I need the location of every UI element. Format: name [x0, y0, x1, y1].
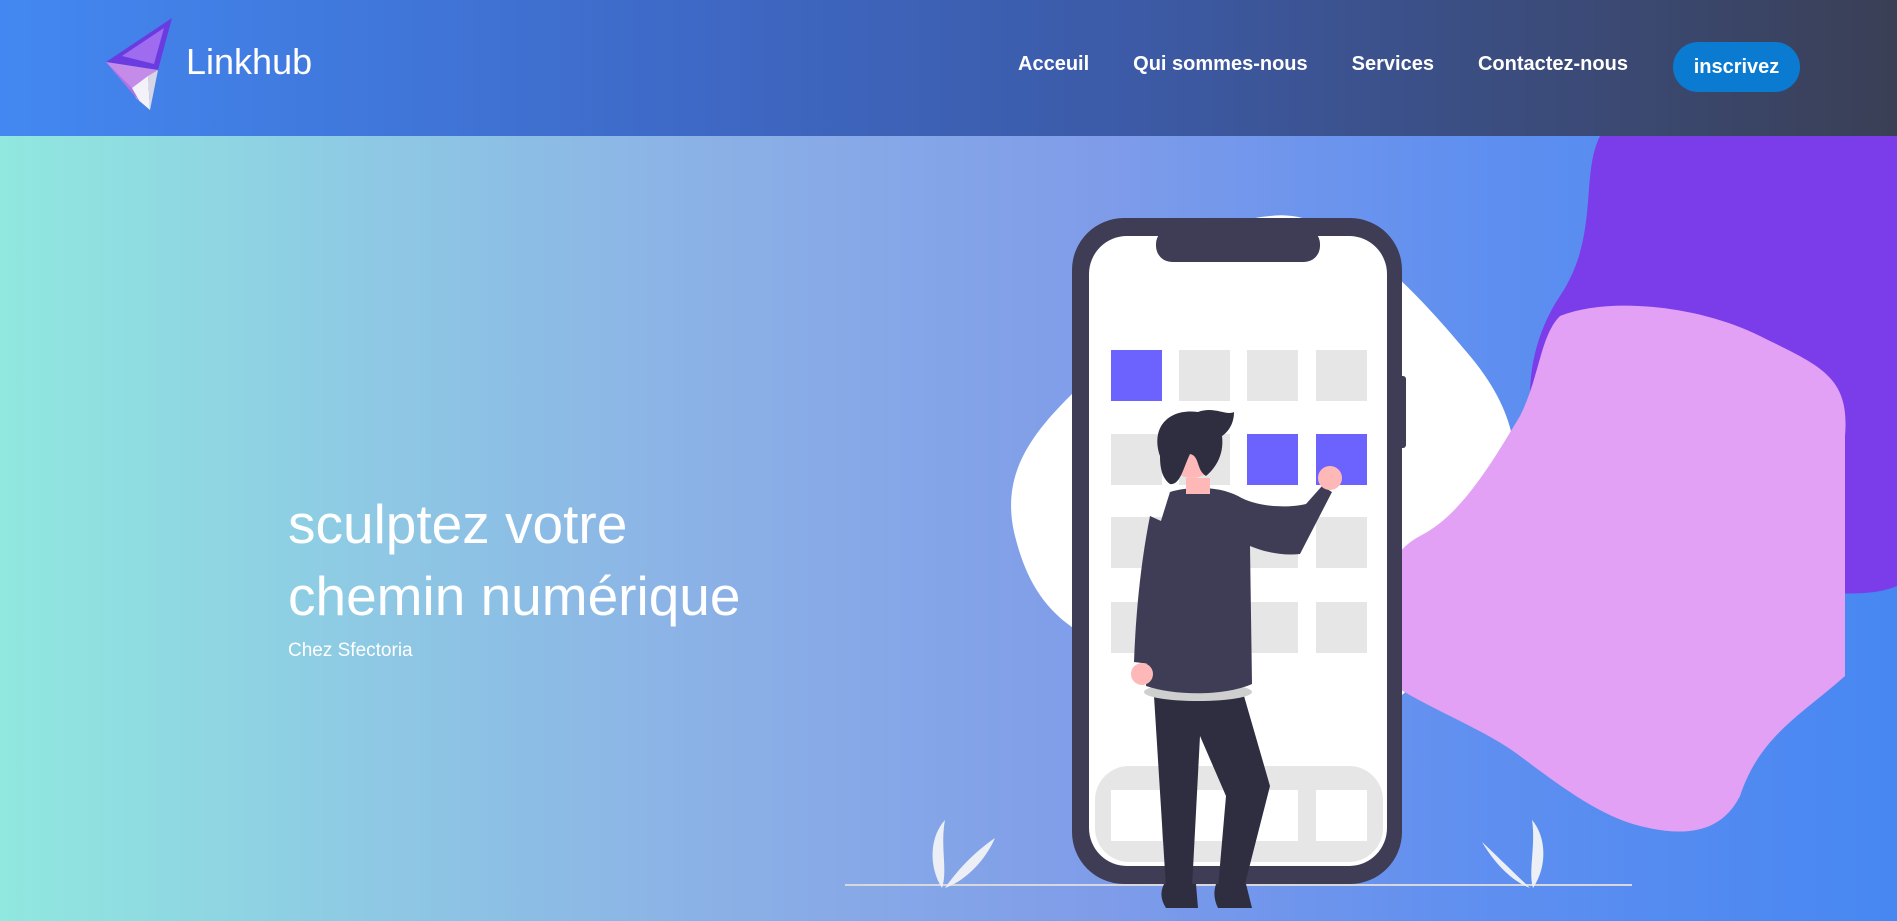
leaf-left-2 — [945, 838, 995, 888]
app-tile — [1316, 517, 1367, 568]
nav-item-qui-sommes-nous[interactable]: Qui sommes-nous — [1133, 53, 1307, 76]
hero-title-line-2: chemin numérique — [288, 565, 741, 627]
hero-illustration — [845, 136, 1897, 908]
top-navbar: Linkhub Acceuil Qui sommes-nous Services… — [0, 0, 1897, 136]
nav-item-contactez-nous[interactable]: Contactez-nous — [1478, 53, 1628, 76]
nav-item-services[interactable]: Services — [1352, 53, 1434, 76]
leaf-right-2 — [1482, 842, 1530, 888]
app-tile — [1247, 434, 1298, 485]
phone-side-button — [1398, 376, 1406, 448]
app-tile — [1316, 350, 1367, 401]
hero-title: sculptez votre chemin numérique — [288, 488, 848, 632]
main-nav: Acceuil Qui sommes-nous Services Contact… — [1018, 53, 1672, 76]
brand-link[interactable]: Linkhub — [102, 18, 312, 112]
dock-tile — [1111, 790, 1162, 841]
hero-text-block: sculptez votre chemin numérique Chez Sfe… — [288, 488, 848, 662]
app-tile — [1179, 350, 1230, 401]
brand-name: Linkhub — [186, 41, 313, 82]
hero-subtitle: Chez Sfectoria — [288, 640, 413, 661]
app-tile — [1111, 434, 1162, 485]
app-tile — [1247, 602, 1298, 653]
leaf-left — [932, 820, 945, 888]
paper-plane-logo-icon — [106, 18, 172, 110]
app-tile — [1247, 350, 1298, 401]
nav-item-acceuil[interactable]: Acceuil — [1018, 53, 1089, 76]
page: Linkhub Acceuil Qui sommes-nous Services… — [0, 0, 1897, 921]
phone-notch — [1156, 228, 1320, 262]
hero-title-line-1: sculptez votre — [288, 493, 628, 555]
leaf-right — [1531, 820, 1544, 888]
hero-section: sculptez votre chemin numérique Chez Sfe… — [0, 136, 1897, 921]
dock-tile — [1316, 790, 1367, 841]
app-tile — [1316, 602, 1367, 653]
signup-button[interactable]: inscrivez — [1673, 42, 1800, 92]
app-tile — [1111, 350, 1162, 401]
